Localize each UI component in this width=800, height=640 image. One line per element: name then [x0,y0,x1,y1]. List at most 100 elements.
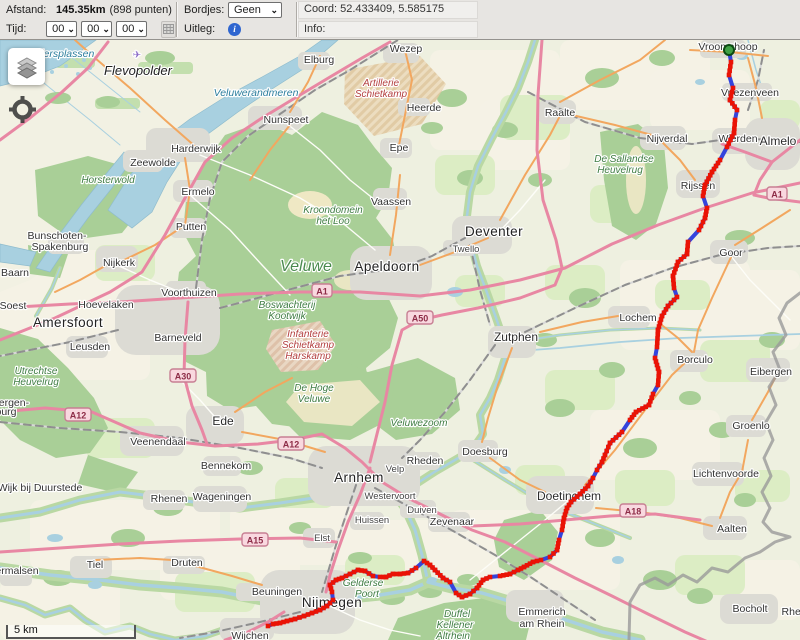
svg-text:Emmerich: Emmerich [518,606,565,618]
svg-text:A1: A1 [771,190,783,200]
time-hours-select[interactable]: 00 ⌄ [46,21,78,37]
svg-text:Epe: Epe [390,142,409,154]
svg-text:Spakenburg: Spakenburg [32,241,89,253]
svg-text:Boswachterij: Boswachterij [259,300,316,311]
crosshair-icon [9,96,36,123]
gps-track-viewer: Afstand: 145.35km (898 punten) Tijd: 00 ⌄… [0,0,800,640]
svg-text:Altrhein: Altrhein [435,631,470,640]
svg-text:Lochem: Lochem [619,312,657,324]
distance-value: 145.35km [56,4,106,16]
svg-text:Twello: Twello [453,244,480,255]
svg-text:Duiven: Duiven [407,505,437,516]
scale-bar: 5 km [6,625,136,639]
coord-label: Coord: [304,3,338,15]
layers-icon [16,56,37,79]
chevron-down-icon: ⌄ [137,23,145,34]
chevron-down-icon: ⌄ [102,23,110,34]
svg-text:het Loo: het Loo [316,216,350,227]
svg-text:Veluwe: Veluwe [298,394,331,405]
svg-text:Deventer: Deventer [465,224,523,239]
svg-text:Gelderse: Gelderse [343,578,384,589]
svg-text:Infanterie: Infanterie [287,329,329,340]
points-count: (898 punten) [109,4,172,16]
chevron-down-icon: ⌄ [67,23,75,34]
map-canvas[interactable]: A1 A50 A30 A12 A12 A15 A18 A1 Flevopolder derspla… [0,40,800,640]
uitleg-label: Uitleg: [184,23,216,35]
svg-text:Bocholt: Bocholt [732,603,767,615]
info-label: Info: [304,22,326,35]
svg-text:Harskamp: Harskamp [285,351,331,362]
svg-text:Barneveld: Barneveld [154,332,201,344]
time-seconds-select[interactable]: 00 ⌄ [116,21,148,37]
svg-text:Nunspeet: Nunspeet [264,114,309,126]
svg-text:Voorthuizen: Voorthuizen [161,287,217,299]
svg-text:Wijchen: Wijchen [231,630,269,640]
bordjes-select[interactable]: Geen ⌄ [228,2,282,18]
svg-text:Soest: Soest [0,300,27,312]
svg-text:Veluwe: Veluwe [280,258,332,275]
svg-text:Leusden: Leusden [70,341,110,353]
svg-text:Ermelo: Ermelo [181,186,214,198]
svg-text:Apeldoorn: Apeldoorn [354,259,419,274]
calculate-grid-button[interactable] [161,20,176,38]
svg-text:Kootwijk: Kootwijk [268,311,306,322]
svg-text:Lichtenvoorde: Lichtenvoorde [693,468,759,480]
svg-text:Elst: Elst [314,533,330,544]
info-readout: Info: [298,20,478,38]
svg-text:A15: A15 [247,536,264,546]
svg-text:Wageningen: Wageningen [193,491,252,503]
svg-text:Goor: Goor [719,247,743,259]
svg-text:Heuvelrug: Heuvelrug [13,377,59,388]
svg-text:A30: A30 [175,372,192,382]
svg-text:Bennekom: Bennekom [201,460,251,472]
svg-text:A50: A50 [412,314,429,324]
svg-text:Rheden: Rheden [407,455,444,467]
svg-text:Aalten: Aalten [717,523,747,535]
svg-text:Utrechtse: Utrechtse [15,366,58,377]
svg-text:Amersfoort: Amersfoort [33,315,103,330]
svg-text:Kroondomein: Kroondomein [303,205,363,216]
svg-text:Wezep: Wezep [390,43,423,55]
svg-text:Kellener: Kellener [437,620,474,631]
pan-crosshair-control[interactable] [9,96,36,123]
svg-text:Rhede: Rhede [782,606,800,618]
svg-text:Arnhem: Arnhem [334,470,384,485]
svg-text:Artillerie: Artillerie [362,78,400,89]
svg-text:Ede: Ede [212,414,234,428]
grid-icon [163,24,175,34]
map-svg: A1 A50 A30 A12 A12 A15 A18 A1 Flevopolder derspla… [0,40,800,640]
svg-text:De Sallandse: De Sallandse [594,154,654,165]
afstand-label: Afstand: [6,4,47,16]
svg-text:Wijk bij Duurstede: Wijk bij Duurstede [0,482,82,494]
svg-text:Rijssen: Rijssen [681,180,716,192]
svg-text:Poort: Poort [355,589,380,600]
svg-text:Almelo: Almelo [760,134,797,148]
tijd-label: Tijd: [6,23,27,35]
svg-text:Huissen: Huissen [355,515,389,526]
svg-text:Eibergen: Eibergen [750,366,792,378]
svg-text:Vaassen: Vaassen [371,196,411,208]
svg-text:Zeewolde: Zeewolde [130,157,176,169]
layers-button[interactable] [8,48,45,85]
svg-text:Raalte: Raalte [545,107,576,119]
scale-label: 5 km [14,624,38,636]
svg-text:Schietkamp: Schietkamp [282,340,335,351]
svg-text:am Rhein: am Rhein [520,618,565,630]
svg-text:Veenendaal: Veenendaal [130,436,185,448]
svg-text:Duffel: Duffel [444,609,471,620]
svg-text:Nijkerk: Nijkerk [103,257,136,269]
svg-text:Groenlo: Groenlo [732,420,770,432]
svg-text:De Hoge: De Hoge [294,383,334,394]
time-minutes-select[interactable]: 00 ⌄ [81,21,113,37]
coord-readout: Coord: 52.433409, 5.585175 [298,1,478,19]
svg-text:Hoevelaken: Hoevelaken [78,299,134,311]
coord-value: 52.433409, 5.585175 [340,3,445,15]
svg-text:A18: A18 [625,507,642,517]
svg-text:Nijverdal: Nijverdal [647,133,688,145]
svg-text:Rhenen: Rhenen [151,493,188,505]
svg-text:Druten: Druten [171,557,203,569]
chevron-down-icon: ⌄ [270,4,278,15]
svg-text:A12: A12 [283,440,300,450]
svg-text:A12: A12 [70,411,87,421]
info-icon[interactable]: i [228,22,241,36]
